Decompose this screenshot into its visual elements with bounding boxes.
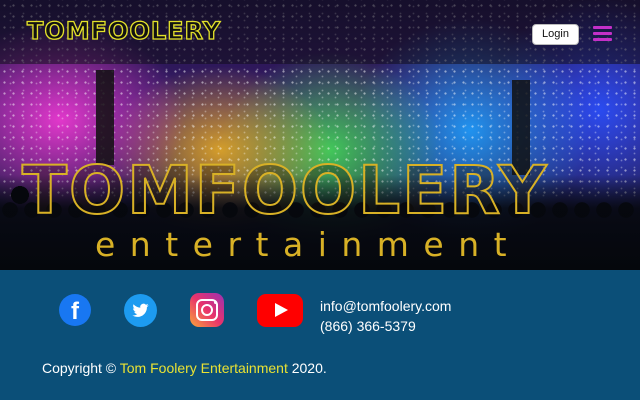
page: TOMFOOLERY entertainment TOMFOOLERY Logi… xyxy=(0,0,640,400)
top-navbar: TOMFOOLERY Login xyxy=(0,0,640,64)
copyright-brand-link[interactable]: Tom Foolery Entertainment xyxy=(120,360,288,376)
contact-email[interactable]: info@tomfoolery.com xyxy=(320,296,451,316)
login-button[interactable]: Login xyxy=(532,24,579,45)
copyright-text: Copyright © Tom Foolery Entertainment 20… xyxy=(42,360,327,376)
twitter-icon[interactable] xyxy=(124,294,157,327)
facebook-icon[interactable]: f xyxy=(59,294,91,326)
hero-logo-subtitle: entertainment xyxy=(95,225,522,264)
hamburger-menu-icon[interactable] xyxy=(593,26,612,41)
instagram-icon[interactable] xyxy=(190,293,224,327)
contact-info: info@tomfoolery.com (866) 366-5379 xyxy=(320,296,451,336)
contact-phone[interactable]: (866) 366-5379 xyxy=(320,316,451,336)
site-logo[interactable]: TOMFOOLERY xyxy=(26,16,221,45)
copyright-prefix: Copyright © xyxy=(42,360,117,376)
hero-logo: TOMFOOLERY xyxy=(21,152,549,229)
speaker-tower xyxy=(96,70,114,165)
youtube-icon[interactable] xyxy=(257,294,303,327)
copyright-year: 2020. xyxy=(291,360,327,376)
